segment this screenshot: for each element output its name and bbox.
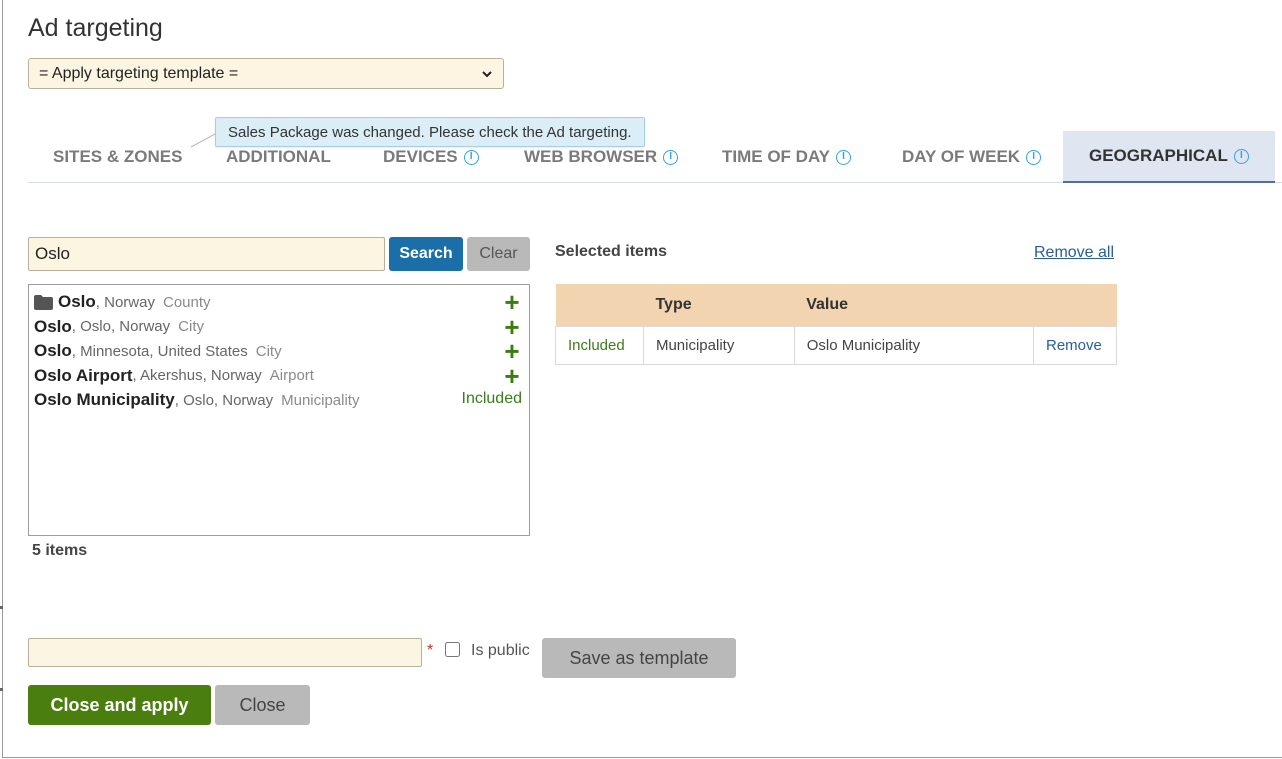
result-name: Oslo: [34, 341, 72, 360]
row-status: Included: [555, 325, 644, 365]
remove-link[interactable]: Remove: [1032, 325, 1118, 365]
change-notification: Sales Package was changed. Please check …: [215, 117, 645, 147]
is-public-label: Is public: [471, 642, 530, 659]
column-header: [555, 284, 644, 326]
search-results-list[interactable]: Oslo, Norway County + Oslo, Oslo, Norway Cit…: [28, 284, 530, 536]
tab-day-of-week[interactable]: DAY OF WEEK i: [902, 131, 1042, 183]
tab-label: WEB BROWSER: [524, 147, 658, 166]
result-location: , Oslo, Norway: [71, 318, 171, 335]
remove-all-link[interactable]: Remove all: [1034, 244, 1114, 262]
info-icon[interactable]: i: [1233, 148, 1249, 164]
list-item[interactable]: Oslo, Norway County +: [34, 289, 524, 315]
result-type: City: [178, 318, 204, 335]
template-name-input[interactable]: [28, 638, 422, 667]
selected-items-table: Type Value Included Municipality Oslo Mu…: [555, 284, 1118, 365]
info-icon[interactable]: i: [463, 149, 479, 165]
result-type: County: [162, 293, 211, 311]
close-and-apply-button[interactable]: Close and apply: [28, 685, 211, 725]
tab-label: GEOGRAPHICAL: [1089, 146, 1228, 165]
row-type: Municipality: [642, 325, 795, 365]
required-marker: *: [427, 642, 434, 659]
tab-label: DAY OF WEEK: [902, 147, 1021, 166]
folder-icon[interactable]: [34, 294, 53, 310]
list-item[interactable]: Oslo, Oslo, Norway City +: [34, 314, 524, 340]
result-location: , Norway: [95, 293, 155, 311]
result-count: 5 items: [32, 542, 88, 559]
add-icon[interactable]: +: [502, 289, 522, 315]
result-name: Oslo Municipality: [34, 390, 175, 409]
result-type: Municipality: [281, 391, 360, 409]
tab-label: TIME OF DAY: [722, 147, 830, 166]
clear-button[interactable]: Clear: [467, 237, 530, 271]
column-header: [1033, 284, 1117, 326]
tab-label: ADDITIONAL: [226, 147, 331, 166]
close-button[interactable]: Close: [215, 685, 310, 725]
chevron-down-icon: [482, 70, 492, 77]
tab-label: SITES & ZONES: [53, 147, 183, 166]
result-type: Airport: [269, 367, 314, 384]
included-status: Included: [461, 390, 523, 407]
edge-mark: [0, 606, 3, 609]
location-search-input[interactable]: [28, 237, 385, 271]
result-location: , Oslo, Norway: [174, 391, 274, 409]
list-item[interactable]: Oslo Municipality, Oslo, Norway Municipal…: [34, 388, 524, 412]
result-name: Oslo: [58, 292, 96, 311]
result-name: Oslo: [34, 316, 72, 336]
info-icon[interactable]: i: [1026, 149, 1042, 165]
result-name: Oslo Airport: [34, 365, 133, 385]
row-value: Oslo Municipality: [793, 325, 1034, 365]
result-location: , Minnesota, United States: [71, 342, 248, 360]
tooltip-pointer: [190, 132, 218, 148]
add-icon[interactable]: +: [502, 338, 522, 364]
info-icon[interactable]: i: [663, 149, 679, 165]
selected-items-title: Selected items: [555, 243, 668, 260]
tab-geographical[interactable]: GEOGRAPHICAL i: [1063, 131, 1275, 183]
tab-label: DEVICES: [383, 147, 458, 166]
column-header: Value: [794, 284, 1034, 326]
info-icon[interactable]: i: [836, 149, 851, 165]
search-button[interactable]: Search: [389, 237, 463, 271]
dialog-title: Ad targeting: [28, 14, 163, 42]
tab-time-of-day[interactable]: TIME OF DAY i: [722, 131, 851, 183]
tab-sites-zones[interactable]: SITES & ZONES: [53, 131, 182, 183]
edge-mark: [0, 688, 3, 691]
save-as-template-button[interactable]: Save as template: [542, 638, 736, 678]
column-header: Type: [643, 284, 795, 326]
is-public-checkbox[interactable]: [445, 642, 460, 657]
add-icon[interactable]: +: [502, 363, 522, 389]
list-item[interactable]: Oslo Airport, Akershus, Norway Airport +: [34, 363, 524, 389]
table-row: Included Municipality Oslo Municipality …: [555, 325, 1118, 365]
template-select[interactable]: = Apply targeting template =: [28, 58, 504, 89]
table-header-row: Type Value: [555, 284, 1117, 326]
notification-text: Sales Package was changed. Please check …: [228, 123, 632, 141]
add-icon[interactable]: +: [502, 314, 522, 340]
list-item[interactable]: Oslo, Minnesota, United States City +: [34, 338, 524, 364]
template-select-value: = Apply targeting template =: [39, 64, 239, 82]
result-type: City: [255, 342, 282, 360]
result-location: , Akershus, Norway: [132, 367, 262, 384]
